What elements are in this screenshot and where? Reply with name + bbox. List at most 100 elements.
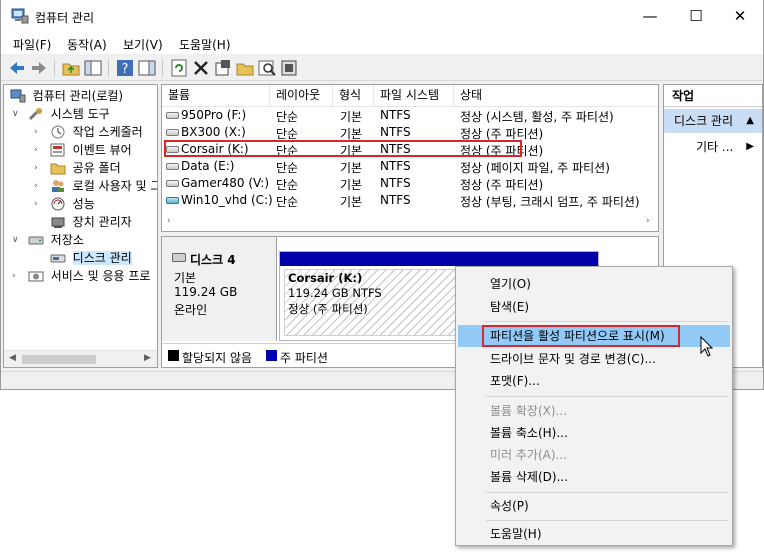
actions-more-label: 기타 ... (696, 140, 734, 154)
open-folder-icon[interactable] (235, 58, 255, 78)
minimize-button[interactable]: — (627, 0, 673, 32)
volume-filesystem: NTFS (380, 159, 411, 173)
collapse-chevron-icon[interactable]: ∨ (12, 109, 24, 119)
properties-icon[interactable] (213, 58, 233, 78)
column-header-filesystem[interactable]: 파일 시스템 (374, 85, 454, 106)
context-menu-separator (486, 321, 728, 322)
context-menu-change-drive-letter[interactable]: 드라이브 문자 및 경로 변경(C)... (458, 348, 730, 370)
disk-info-panel[interactable]: 디스크 4 기본 119.24 GB 온라인 (162, 237, 277, 341)
device-manager-icon (51, 217, 65, 228)
disk-settings-icon[interactable] (279, 58, 299, 78)
column-header-type[interactable]: 형식 (333, 85, 374, 106)
refresh-icon[interactable] (169, 58, 189, 78)
context-menu-delete-volume[interactable]: 볼륨 삭제(D)... (458, 466, 730, 488)
actions-section-disk-management[interactable]: 디스크 관리 ▲ (664, 109, 762, 133)
tree-item-system-tools[interactable]: ∨ 시스템 도구 (12, 105, 110, 123)
tools-icon (28, 107, 42, 120)
menu-view[interactable]: 보기(V) (123, 36, 163, 53)
context-menu-open[interactable]: 열기(O) (458, 273, 730, 295)
disk-icon (172, 253, 186, 262)
menu-file[interactable]: 파일(F) (13, 36, 51, 53)
context-menu-properties[interactable]: 속성(P) (458, 495, 730, 517)
mark-active-highlight-box (482, 325, 680, 347)
help-icon[interactable]: ? (115, 58, 135, 78)
expand-chevron-icon[interactable]: › (34, 163, 46, 173)
show-hide-tree-icon[interactable] (83, 58, 103, 78)
collapse-chevron-icon[interactable]: ∨ (12, 235, 24, 245)
collapse-triangle-icon[interactable]: ▲ (746, 109, 754, 133)
computer-icon (10, 89, 26, 102)
context-menu-shrink-volume[interactable]: 볼륨 축소(H)... (458, 422, 730, 444)
menu-action[interactable]: 동작(A) (67, 36, 107, 53)
volume-layout: 단순 (276, 195, 299, 209)
menu-help[interactable]: 도움말(H) (179, 36, 231, 53)
actions-more[interactable]: 기타 ... ▶ (664, 137, 762, 157)
services-icon (28, 271, 44, 281)
delete-icon[interactable] (191, 58, 211, 78)
volume-filesystem: NTFS (380, 108, 411, 122)
tree-item-storage[interactable]: ∨ 저장소 (12, 231, 84, 249)
tree-item-performance[interactable]: › 성능 (34, 195, 95, 213)
expand-chevron-icon[interactable]: › (34, 145, 46, 155)
tree-item-disk-management[interactable]: 디스크 관리 (34, 249, 132, 267)
scroll-right-arrow-icon[interactable]: › (646, 216, 650, 226)
drive-icon (166, 129, 179, 136)
tree-item-services-applications[interactable]: › 서비스 및 응용 프로 (12, 267, 150, 285)
tree-item-computer-management[interactable]: 컴퓨터 관리(로컬) (6, 87, 123, 105)
table-row[interactable]: 950Pro (F:) 단순 기본 NTFS 정상 (시스템, 활성, 주 파티… (162, 107, 658, 124)
expand-chevron-icon[interactable]: › (12, 271, 24, 281)
context-menu-format[interactable]: 포맷(F)... (458, 370, 730, 392)
disk-type: 기본 (174, 271, 197, 285)
disk-state: 온라인 (174, 303, 208, 317)
expand-chevron-icon[interactable]: › (34, 199, 46, 209)
scroll-right-arrow-icon[interactable]: ▶ (144, 353, 151, 363)
expand-chevron-icon[interactable]: › (34, 181, 46, 191)
column-header-status[interactable]: 상태 (454, 85, 658, 106)
tree-item-shared-folders[interactable]: › 공유 폴더 (34, 159, 121, 177)
scrollbar-thumb[interactable] (22, 355, 96, 364)
forward-arrow-icon[interactable] (29, 58, 49, 78)
volume-layout: 단순 (276, 178, 299, 192)
tree-item-task-scheduler[interactable]: › 작업 스케줄러 (34, 123, 143, 141)
volume-name: Data (E:) (181, 159, 235, 173)
volume-status: 정상 (주 파티션) (460, 178, 544, 192)
disk-name: 디스크 4 (190, 253, 236, 267)
table-row[interactable]: Data (E:) 단순 기본 NTFS 정상 (페이지 파일, 주 파티션) (162, 158, 658, 175)
event-viewer-icon (50, 143, 65, 156)
context-menu-explore[interactable]: 탐색(E) (458, 296, 730, 318)
properties-pane-icon[interactable] (137, 58, 157, 78)
disk-management-icon (50, 254, 66, 262)
search-icon[interactable] (257, 58, 277, 78)
context-menu-separator (486, 520, 728, 521)
menu-bar: 파일(F) 동작(A) 보기(V) 도움말(H) (1, 32, 763, 54)
table-row[interactable]: BX300 (X:) 단순 기본 NTFS 정상 (주 파티션) (162, 124, 658, 141)
volume-list-horizontal-scrollbar[interactable]: ‹ › (162, 214, 658, 231)
back-arrow-icon[interactable] (7, 58, 27, 78)
up-folder-icon[interactable] (61, 58, 81, 78)
vhd-drive-icon (166, 197, 179, 204)
context-menu-help[interactable]: 도움말(H) (458, 523, 730, 545)
drive-icon (166, 112, 179, 119)
volume-status: 정상 (부팅, 크래시 덤프, 주 파티션) (460, 195, 640, 209)
close-button[interactable]: ✕ (717, 0, 763, 32)
drive-icon (166, 163, 179, 170)
tree-horizontal-scrollbar[interactable]: ◀ ▶ (4, 350, 157, 367)
column-header-volume[interactable]: 볼륨 (162, 85, 270, 106)
storage-icon (28, 236, 44, 244)
tree-item-label: 장치 관리자 (72, 215, 132, 229)
tree-item-label: 디스크 관리 (72, 251, 132, 265)
maximize-button[interactable]: ☐ (673, 0, 719, 32)
partition-status: 정상 (주 파티션) (288, 302, 368, 316)
scroll-left-arrow-icon[interactable]: ‹ (167, 216, 171, 226)
title-bar: 컴퓨터 관리 — ☐ ✕ (1, 0, 763, 32)
table-row[interactable]: Gamer480 (V:) 단순 기본 NTFS 정상 (주 파티션) (162, 175, 658, 192)
tree-item-local-users[interactable]: › 로컬 사용자 및 그 (34, 177, 157, 195)
actions-section-label: 디스크 관리 (674, 114, 734, 128)
column-header-layout[interactable]: 레이아웃 (270, 85, 333, 106)
table-row[interactable]: Win10_vhd (C:) 단순 기본 NTFS 정상 (부팅, 크래시 덤프… (162, 192, 658, 209)
context-menu-add-mirror: 미러 추가(A)... (490, 448, 567, 462)
tree-item-event-viewer[interactable]: › 이벤트 뷰어 (34, 141, 132, 159)
tree-item-device-manager[interactable]: 장치 관리자 (34, 213, 132, 231)
scroll-left-arrow-icon[interactable]: ◀ (9, 353, 16, 363)
expand-chevron-icon[interactable]: › (34, 127, 46, 137)
